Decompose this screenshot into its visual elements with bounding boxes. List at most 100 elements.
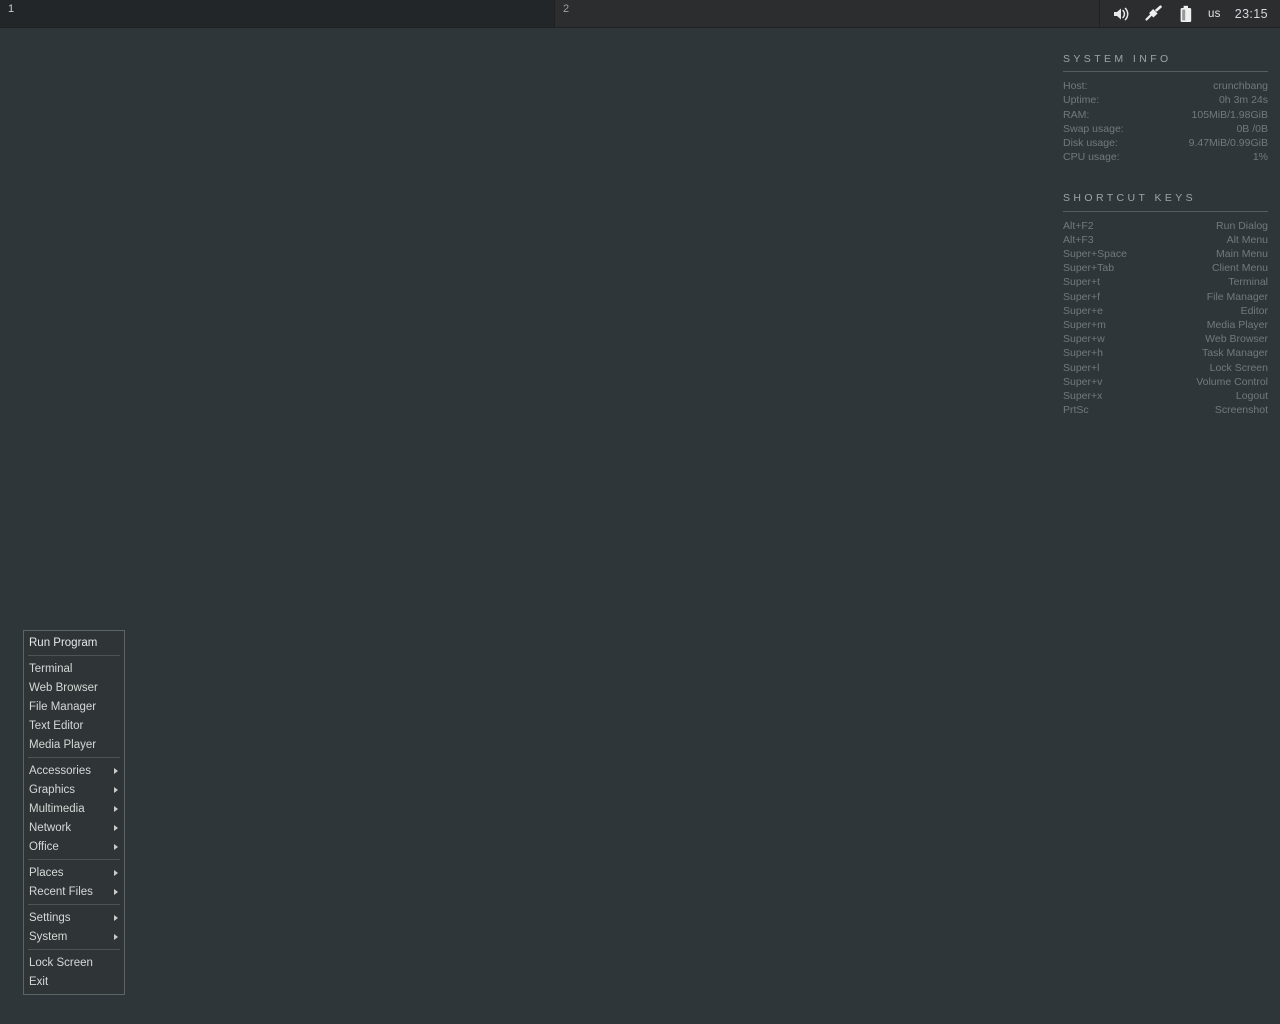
- menu-item-label: Lock Screen: [29, 956, 93, 969]
- menu-item-run-program[interactable]: Run Program: [24, 633, 124, 652]
- shortcut-key-row: Super+Space Main Menu: [1063, 247, 1268, 261]
- system-info-key: Uptime:: [1063, 94, 1100, 107]
- menu-item-label: System: [29, 930, 68, 943]
- menu-item-label: Recent Files: [29, 885, 93, 898]
- shortcut-key-value: File Manager: [1206, 290, 1268, 303]
- shortcut-key-key: Super+x: [1063, 390, 1103, 403]
- menu-item-web-browser[interactable]: Web Browser: [24, 678, 124, 697]
- menu-item-label: Run Program: [29, 636, 98, 649]
- desktop-root[interactable]: 1 2 us 23:15 SYSTEM INFO Host: crunchban…: [0, 0, 1280, 1024]
- conky-system-info-section: SYSTEM INFO Host: crunchbang Uptime: 0h 3m …: [1063, 52, 1268, 164]
- workspace-button-2[interactable]: 2: [555, 0, 1100, 27]
- menu-item-system[interactable]: System: [24, 927, 124, 946]
- shortcut-key-key: Super+v: [1063, 375, 1103, 388]
- shortcut-key-value: Logout: [1235, 390, 1268, 403]
- system-info-heading: SYSTEM INFO: [1063, 53, 1172, 65]
- menu-item-accessories[interactable]: Accessories: [24, 761, 124, 780]
- shortcut-key-value: Terminal: [1228, 276, 1268, 289]
- menu-item-network[interactable]: Network: [24, 818, 124, 837]
- system-info-value: 105MiB/1.98GiB: [1191, 108, 1268, 121]
- menu-item-terminal[interactable]: Terminal: [24, 659, 124, 678]
- submenu-arrow-icon: [114, 805, 118, 812]
- shortcut-key-row: Super+f File Manager: [1063, 290, 1268, 304]
- menu-item-recent-files[interactable]: Recent Files: [24, 882, 124, 901]
- clock[interactable]: 23:15: [1233, 7, 1268, 21]
- system-info-rows: Host: crunchbang Uptime: 0h 3m 24s RAM: 105Mi…: [1063, 79, 1268, 164]
- system-info-row: Host: crunchbang: [1063, 79, 1268, 93]
- system-info-row: Uptime: 0h 3m 24s: [1063, 93, 1268, 107]
- menu-item-text-editor[interactable]: Text Editor: [24, 716, 124, 735]
- shortcut-key-key: Super+t: [1063, 276, 1101, 289]
- workspace-pager[interactable]: 1 2: [0, 0, 1100, 27]
- workspace-label-2: 2: [563, 3, 570, 15]
- shortcut-key-row: Super+h Task Manager: [1063, 346, 1268, 360]
- shortcut-key-key: Super+Tab: [1063, 262, 1115, 275]
- shortcut-keys-heading: SHORTCUT KEYS: [1063, 192, 1197, 205]
- menu-item-label: Terminal: [29, 662, 73, 675]
- shortcut-key-row: Super+e Editor: [1063, 304, 1268, 318]
- system-info-key: RAM:: [1063, 108, 1090, 121]
- submenu-arrow-icon: [114, 843, 118, 850]
- shortcut-key-row: Super+m Media Player: [1063, 318, 1268, 332]
- menu-item-label: Places: [29, 866, 64, 879]
- shortcut-key-row: Alt+F3 Alt Menu: [1063, 233, 1268, 247]
- menu-item-label: File Manager: [29, 700, 97, 713]
- keyboard-layout-indicator[interactable]: us: [1208, 8, 1221, 20]
- menu-separator: [28, 757, 120, 758]
- menu-separator: [28, 949, 120, 950]
- shortcut-key-value: Run Dialog: [1216, 219, 1268, 232]
- shortcut-key-row: Super+t Terminal: [1063, 275, 1268, 289]
- shortcut-key-row: Alt+F2 Run Dialog: [1063, 219, 1268, 233]
- workspace-button-1[interactable]: 1: [0, 0, 555, 27]
- system-info-row: Swap usage: 0B /0B: [1063, 122, 1268, 136]
- shortcut-keys-rows: Alt+F2 Run Dialog Alt+F3 Alt Menu Super+Spac…: [1063, 219, 1268, 418]
- menu-item-label: Text Editor: [29, 719, 84, 732]
- shortcut-key-value: Web Browser: [1205, 333, 1268, 346]
- system-info-key: Disk usage:: [1063, 137, 1118, 150]
- shortcut-key-key: Alt+F3: [1063, 233, 1094, 246]
- shortcut-key-value: Lock Screen: [1209, 361, 1268, 374]
- submenu-arrow-icon: [114, 767, 118, 774]
- submenu-arrow-icon: [114, 888, 118, 895]
- menu-item-places[interactable]: Places: [24, 863, 124, 882]
- shortcut-key-value: Volume Control: [1196, 375, 1268, 388]
- shortcut-key-row: Super+l Lock Screen: [1063, 361, 1268, 375]
- shortcut-key-key: Super+f: [1063, 290, 1101, 303]
- openbox-root-menu[interactable]: Run Program Terminal Web Browser File Manag…: [23, 630, 125, 995]
- menu-item-media-player[interactable]: Media Player: [24, 735, 124, 754]
- menu-item-graphics[interactable]: Graphics: [24, 780, 124, 799]
- shortcut-key-value: Alt Menu: [1226, 233, 1268, 246]
- menu-item-label: Exit: [29, 975, 49, 988]
- menu-item-label: Settings: [29, 911, 71, 924]
- menu-item-settings[interactable]: Settings: [24, 908, 124, 927]
- menu-item-label: Multimedia: [29, 802, 85, 815]
- speaker-icon[interactable]: [1112, 4, 1132, 24]
- system-info-value: 0B /0B: [1236, 122, 1268, 135]
- battery-icon[interactable]: [1176, 4, 1196, 24]
- submenu-arrow-icon: [114, 786, 118, 793]
- network-cable-icon[interactable]: [1144, 4, 1164, 24]
- menu-item-file-manager[interactable]: File Manager: [24, 697, 124, 716]
- system-info-row: Disk usage: 9.47MiB/0.99GiB: [1063, 136, 1268, 150]
- system-info-value: 9.47MiB/0.99GiB: [1188, 137, 1268, 150]
- menu-item-exit[interactable]: Exit: [24, 972, 124, 991]
- menu-separator: [28, 655, 120, 656]
- system-info-row: CPU usage: 1%: [1063, 150, 1268, 164]
- menu-item-lock-screen[interactable]: Lock Screen: [24, 953, 124, 972]
- shortcut-key-value: Editor: [1240, 304, 1268, 317]
- shortcut-key-value: Main Menu: [1216, 248, 1268, 261]
- system-tray: us 23:15: [1112, 0, 1280, 27]
- shortcut-key-row: Super+x Logout: [1063, 389, 1268, 403]
- submenu-arrow-icon: [114, 914, 118, 921]
- menu-item-label: Media Player: [29, 738, 97, 751]
- submenu-arrow-icon: [114, 869, 118, 876]
- shortcut-key-row: PrtSc Screenshot: [1063, 403, 1268, 417]
- shortcut-key-key: Super+m: [1063, 319, 1106, 332]
- menu-item-multimedia[interactable]: Multimedia: [24, 799, 124, 818]
- menu-item-label: Accessories: [29, 764, 91, 777]
- window-task-list[interactable]: [1100, 0, 1112, 27]
- submenu-arrow-icon: [114, 933, 118, 940]
- taskbar: 1 2 us 23:15: [0, 0, 1280, 28]
- workspace-label-1: 1: [8, 3, 15, 15]
- menu-item-office[interactable]: Office: [24, 837, 124, 856]
